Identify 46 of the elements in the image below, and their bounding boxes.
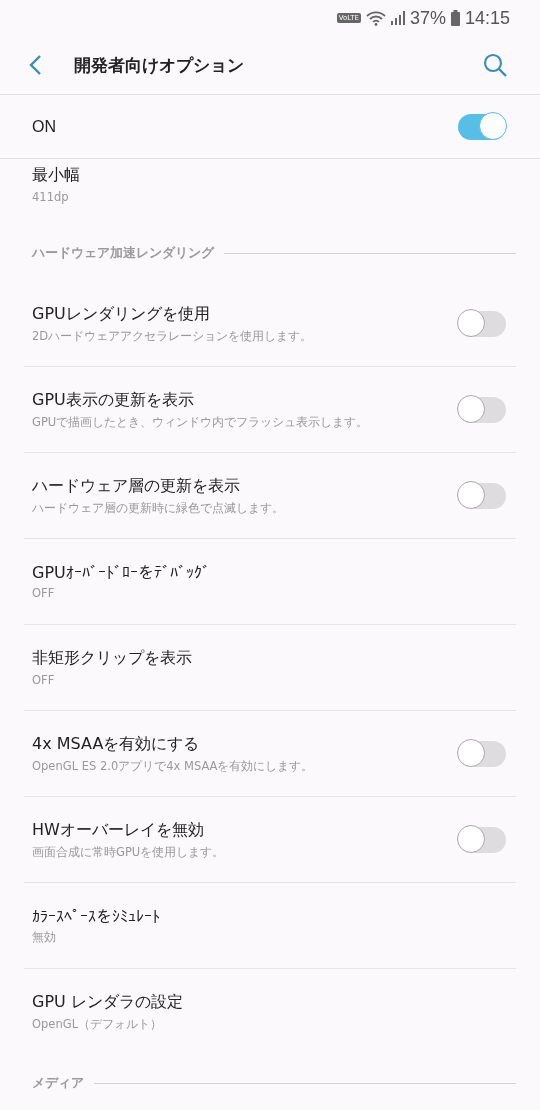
setting-title: 最小幅 <box>32 165 81 186</box>
setting-title: GPU レンダラの設定 <box>32 992 183 1013</box>
setting-title: HWオーバーレイを無効 <box>32 819 205 841</box>
toggle-switch[interactable] <box>458 826 506 853</box>
section-header: メディア <box>32 1074 84 1092</box>
setting-title: GPUｵｰﾊﾞｰﾄﾞﾛｰをﾃﾞﾊﾞｯｸﾞ <box>32 563 210 582</box>
setting-title: ハードウェア層の更新を表示 <box>32 475 241 497</box>
page-title: 開発者向けオプション <box>74 53 245 77</box>
setting-summary: OpenGL（デフォルト） <box>32 1017 164 1032</box>
battery-percent: 37% <box>409 7 446 29</box>
setting-title: ｶﾗｰｽﾍﾟｰｽをｼﾐｭﾚｰﾄ <box>32 906 160 926</box>
master-toggle[interactable] <box>458 113 506 140</box>
setting-row[interactable]: 非矩形クリップを表示 OFF <box>24 625 516 711</box>
setting-summary: 411dp <box>32 190 70 204</box>
toggle-switch[interactable] <box>458 396 506 423</box>
setting-row[interactable]: ハードウェア層の更新を表示 ハードウェア層の更新時に緑色で点滅します。 <box>24 453 516 539</box>
toggle-switch[interactable] <box>458 740 506 767</box>
setting-summary: OFF <box>32 586 56 600</box>
toggle-switch[interactable] <box>458 310 506 337</box>
setting-summary: OFF <box>32 673 56 687</box>
setting-title: GPU表示の更新を表示 <box>32 389 195 411</box>
battery-icon <box>450 10 460 26</box>
setting-summary: ハードウェア層の更新時に緑色で点滅します。 <box>32 500 284 516</box>
master-switch-label: ON <box>32 117 56 136</box>
setting-row[interactable]: GPU表示の更新を表示 GPUで描画したとき、ウィンドウ内でフラッシュ表示します。 <box>24 367 516 453</box>
setting-row[interactable]: HWオーバーレイを無効 画面合成に常時GPUを使用します。 <box>24 797 516 883</box>
search-icon <box>482 52 508 78</box>
wifi-icon <box>365 10 386 26</box>
setting-summary: OpenGL ES 2.0アプリで4x MSAAを有効にします。 <box>32 758 314 774</box>
setting-summary: 無効 <box>32 929 57 945</box>
setting-row[interactable]: 4x MSAAを有効にする OpenGL ES 2.0アプリで4x MSAAを有効にします。 <box>24 711 516 797</box>
setting-title: 非矩形クリップを表示 <box>32 648 192 669</box>
toggle-switch[interactable] <box>458 482 506 509</box>
setting-title: 4x MSAAを有効にする <box>32 733 201 755</box>
signal-icon <box>390 11 405 25</box>
setting-summary: 画面合成に常時GPUを使用します。 <box>32 844 225 860</box>
back-icon <box>28 54 42 76</box>
setting-title: GPUレンダリングを使用 <box>32 303 211 325</box>
setting-row[interactable]: ｶﾗｰｽﾍﾟｰｽをｼﾐｭﾚｰﾄ 無効 <box>24 883 516 969</box>
clock: 14:15 <box>464 7 510 29</box>
setting-summary: GPUで描画したとき、ウィンドウ内でフラッシュ表示します。 <box>32 414 369 430</box>
setting-summary: 2Dハードウェアアクセラレーションを使用します。 <box>32 328 313 344</box>
setting-row[interactable]: GPUレンダリングを使用 2Dハードウェアアクセラレーションを使用します。 <box>24 281 516 367</box>
setting-row[interactable]: GPU レンダラの設定 OpenGL（デフォルト） <box>24 969 516 1055</box>
section-header: ハードウェア加速レンダリング <box>32 244 214 262</box>
setting-row[interactable]: GPUｵｰﾊﾞｰﾄﾞﾛｰをﾃﾞﾊﾞｯｸﾞ OFF <box>24 539 516 625</box>
